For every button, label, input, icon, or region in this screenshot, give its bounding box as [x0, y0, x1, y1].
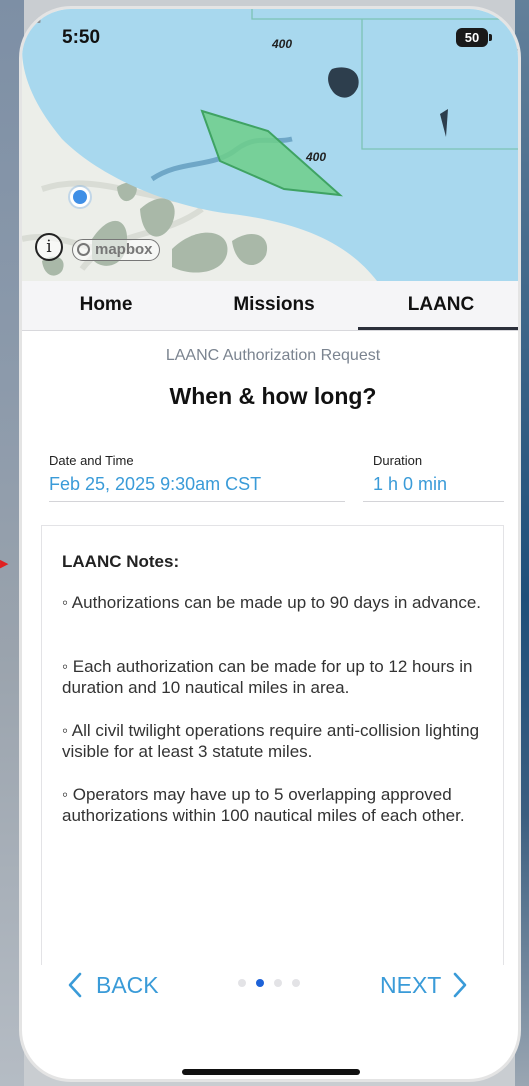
page-indicator — [238, 979, 300, 987]
red-arrow-marker: ▶ — [0, 558, 9, 570]
notes-title: LAANC Notes: — [62, 552, 180, 571]
next-button[interactable]: NEXT — [380, 967, 467, 1003]
note-item: ◦ Each authorization can be made for up … — [62, 657, 473, 697]
map-view[interactable]: 400 400 i mapbox 5:50 50 — [22, 9, 518, 281]
date-time-label: Date and Time — [49, 453, 134, 468]
note-item: ◦ All civil twilight operations require … — [62, 721, 480, 761]
tab-home[interactable]: Home — [22, 281, 190, 330]
tab-laanc[interactable]: LAANC — [358, 281, 518, 330]
note-item: ◦ Operators may have up to 5 overlapping… — [62, 785, 465, 825]
date-time-field[interactable]: Feb 25, 2025 9:30am CST — [49, 474, 345, 502]
altitude-label: 400 — [306, 150, 327, 164]
current-location-dot — [70, 187, 90, 207]
page-title: When & how long? — [169, 383, 377, 409]
laanc-notes-panel: LAANC Notes: ◦ Authorizations can be mad… — [41, 525, 504, 965]
next-button-label: NEXT — [380, 971, 442, 998]
status-bar: 5:50 50 — [22, 9, 518, 65]
back-button-label: BACK — [96, 971, 159, 998]
status-time: 5:50 — [62, 27, 101, 48]
duration-label: Duration — [373, 453, 423, 468]
chevron-left-icon — [68, 972, 82, 998]
tab-missions[interactable]: Missions — [190, 281, 358, 330]
back-button[interactable]: BACK — [68, 967, 159, 1003]
duration-field[interactable]: 1 h 0 min — [363, 474, 504, 502]
home-indicator[interactable] — [182, 1069, 360, 1075]
wifi-icon — [23, 12, 43, 26]
chevron-right-icon — [454, 972, 467, 998]
page-dot — [274, 979, 282, 987]
info-icon[interactable]: i — [35, 233, 63, 261]
battery-icon: 50 — [456, 28, 488, 47]
battery-tip — [489, 34, 492, 41]
mapbox-logo[interactable]: mapbox — [72, 239, 160, 261]
page-dot — [292, 979, 300, 987]
page-dot — [238, 979, 246, 987]
page-subtitle: LAANC Authorization Request — [165, 347, 381, 364]
phone-screen: 400 400 i mapbox 5:50 50 Home Missions L… — [19, 6, 521, 1082]
page-dot-active — [256, 979, 264, 987]
tab-bar: Home Missions LAANC — [22, 281, 518, 331]
note-item: ◦ Authorizations can be made up to 90 da… — [62, 593, 482, 612]
